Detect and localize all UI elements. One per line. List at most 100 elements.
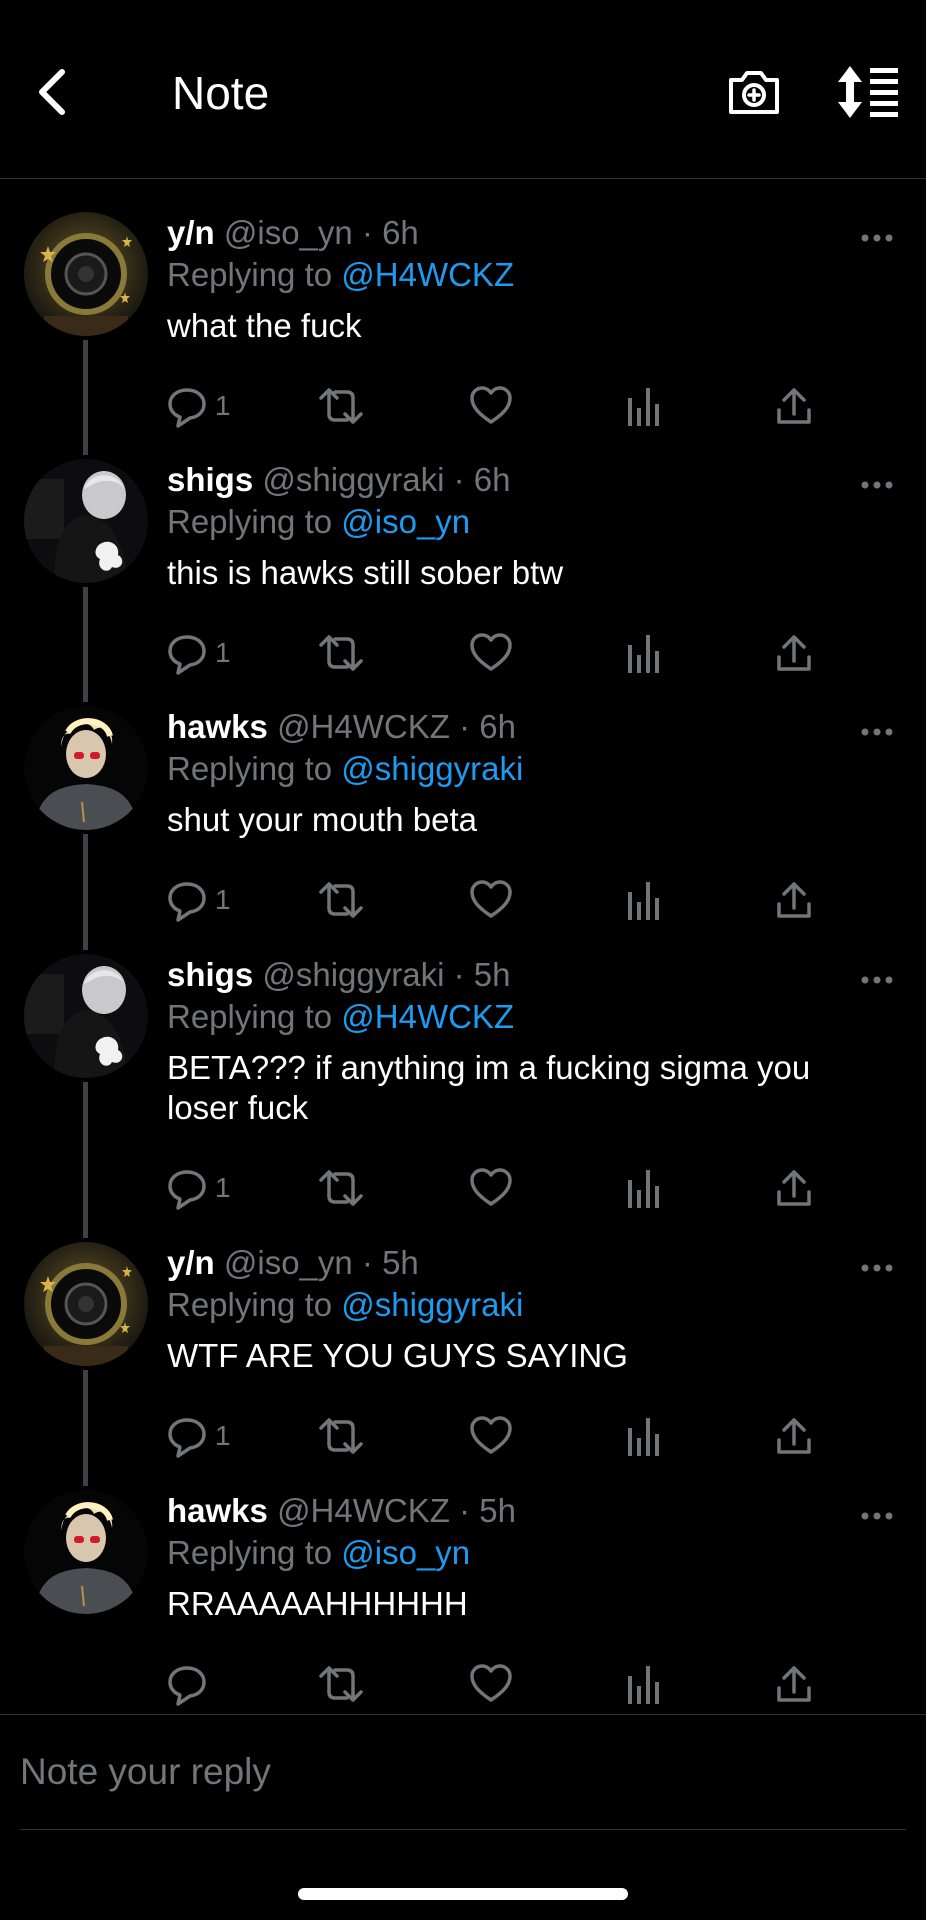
camera-plus-icon xyxy=(729,71,779,114)
reply-input[interactable]: Note your reply xyxy=(20,1751,271,1793)
like-icon xyxy=(470,633,512,671)
reply-button[interactable]: 1 xyxy=(167,1166,231,1210)
share-button[interactable] xyxy=(774,1414,814,1458)
like-button[interactable] xyxy=(469,1166,513,1210)
share-button[interactable] xyxy=(774,1662,814,1706)
tweet-meta: shigs @shiggyraki · 5h xyxy=(167,956,511,994)
retweet-button[interactable] xyxy=(317,1166,365,1210)
separator-dot: · xyxy=(449,1492,480,1529)
mention-link[interactable]: @iso_yn xyxy=(341,1534,470,1571)
user-handle[interactable]: @iso_yn xyxy=(224,1244,353,1281)
views-button[interactable] xyxy=(625,631,661,675)
composer-divider xyxy=(20,1829,906,1830)
like-button[interactable] xyxy=(469,878,513,922)
like-button[interactable] xyxy=(469,631,513,675)
views-button[interactable] xyxy=(625,1414,661,1458)
tweet-text: what the fuck xyxy=(167,307,362,344)
retweet-button[interactable] xyxy=(317,878,365,922)
user-handle[interactable]: @shiggyraki xyxy=(262,956,444,993)
mention-link[interactable]: @shiggyraki xyxy=(341,1286,523,1323)
views-button[interactable] xyxy=(625,1166,661,1210)
avatar[interactable] xyxy=(24,459,148,583)
share-button[interactable] xyxy=(774,384,814,428)
display-name[interactable]: shigs xyxy=(167,461,253,498)
mention-link[interactable]: @shiggyraki xyxy=(341,750,523,787)
back-button[interactable] xyxy=(32,66,76,118)
avatar[interactable] xyxy=(24,1490,148,1614)
retweet-button[interactable] xyxy=(317,1414,365,1458)
avatar[interactable] xyxy=(24,706,148,830)
more-options-button[interactable] xyxy=(860,1508,894,1520)
reply-button[interactable]: 1 xyxy=(167,631,231,675)
user-handle[interactable]: @H4WCKZ xyxy=(277,1492,450,1529)
mention-link[interactable]: @H4WCKZ xyxy=(341,256,514,293)
separator-dot: · xyxy=(352,214,383,251)
thread-connector xyxy=(83,1082,88,1238)
display-name[interactable]: y/n xyxy=(167,214,215,251)
timestamp: 6h xyxy=(473,461,511,498)
share-icon xyxy=(777,882,811,918)
tweet-meta: hawks @H4WCKZ · 6h xyxy=(167,708,516,746)
more-options-button[interactable] xyxy=(860,972,894,984)
more-options-button[interactable] xyxy=(860,724,894,736)
reply-icon xyxy=(168,1418,206,1458)
views-icon xyxy=(628,1666,659,1704)
like-button[interactable] xyxy=(469,384,513,428)
user-handle[interactable]: @iso_yn xyxy=(224,214,353,251)
user-handle[interactable]: @shiggyraki xyxy=(262,461,444,498)
retweet-icon xyxy=(319,882,363,918)
replying-to-label: Replying to xyxy=(167,503,342,540)
retweet-button[interactable] xyxy=(317,384,365,428)
sort-button[interactable] xyxy=(836,64,900,120)
sort-icon xyxy=(838,66,898,118)
replying-to: Replying to @H4WCKZ xyxy=(167,998,514,1036)
timestamp: 5h xyxy=(473,956,511,993)
more-options-button[interactable] xyxy=(860,1260,894,1272)
more-dots-icon xyxy=(861,1264,893,1272)
views-button[interactable] xyxy=(625,1662,661,1706)
share-button[interactable] xyxy=(774,1166,814,1210)
more-options-button[interactable] xyxy=(860,230,894,242)
mention-link[interactable]: @iso_yn xyxy=(341,503,470,540)
views-icon xyxy=(628,1418,659,1456)
user-handle[interactable]: @H4WCKZ xyxy=(277,708,450,745)
share-button[interactable] xyxy=(774,878,814,922)
tweet-actions: 1 xyxy=(167,384,827,428)
camera-button[interactable] xyxy=(726,64,782,120)
views-button[interactable] xyxy=(625,878,661,922)
avatar[interactable] xyxy=(24,212,148,336)
display-name[interactable]: hawks xyxy=(167,708,268,745)
like-button[interactable] xyxy=(469,1662,513,1706)
like-button[interactable] xyxy=(469,1414,513,1458)
tweet-actions: 1 xyxy=(167,1414,827,1458)
reply-button[interactable]: 1 xyxy=(167,1414,231,1458)
reply-icon xyxy=(168,1170,206,1210)
more-options-button[interactable] xyxy=(860,477,894,489)
reply-button[interactable]: 1 xyxy=(167,384,231,428)
retweet-button[interactable] xyxy=(317,631,365,675)
reply-button[interactable]: 1 xyxy=(167,878,231,922)
reply-button[interactable] xyxy=(167,1662,207,1706)
home-indicator[interactable] xyxy=(298,1888,628,1900)
display-name[interactable]: shigs xyxy=(167,956,253,993)
display-name[interactable]: y/n xyxy=(167,1244,215,1281)
retweet-icon xyxy=(319,1418,363,1454)
retweet-icon xyxy=(319,388,363,424)
avatar[interactable] xyxy=(24,954,148,1078)
thread-connector xyxy=(83,1370,88,1486)
reply-composer[interactable]: Note your reply xyxy=(0,1714,926,1831)
tweet-text: WTF ARE YOU GUYS SAYING xyxy=(167,1337,628,1374)
reply-count: 1 xyxy=(215,390,231,421)
retweet-button[interactable] xyxy=(317,1662,365,1706)
timestamp: 6h xyxy=(479,708,516,745)
retweet-icon xyxy=(319,1170,363,1206)
share-icon xyxy=(777,1170,811,1206)
avatar[interactable] xyxy=(24,1242,148,1366)
share-button[interactable] xyxy=(774,631,814,675)
replying-to-label: Replying to xyxy=(167,1286,342,1323)
reply-count: 1 xyxy=(215,1172,231,1203)
display-name[interactable]: hawks xyxy=(167,1492,268,1529)
views-button[interactable] xyxy=(625,384,661,428)
views-icon xyxy=(628,1170,659,1208)
mention-link[interactable]: @H4WCKZ xyxy=(341,998,514,1035)
